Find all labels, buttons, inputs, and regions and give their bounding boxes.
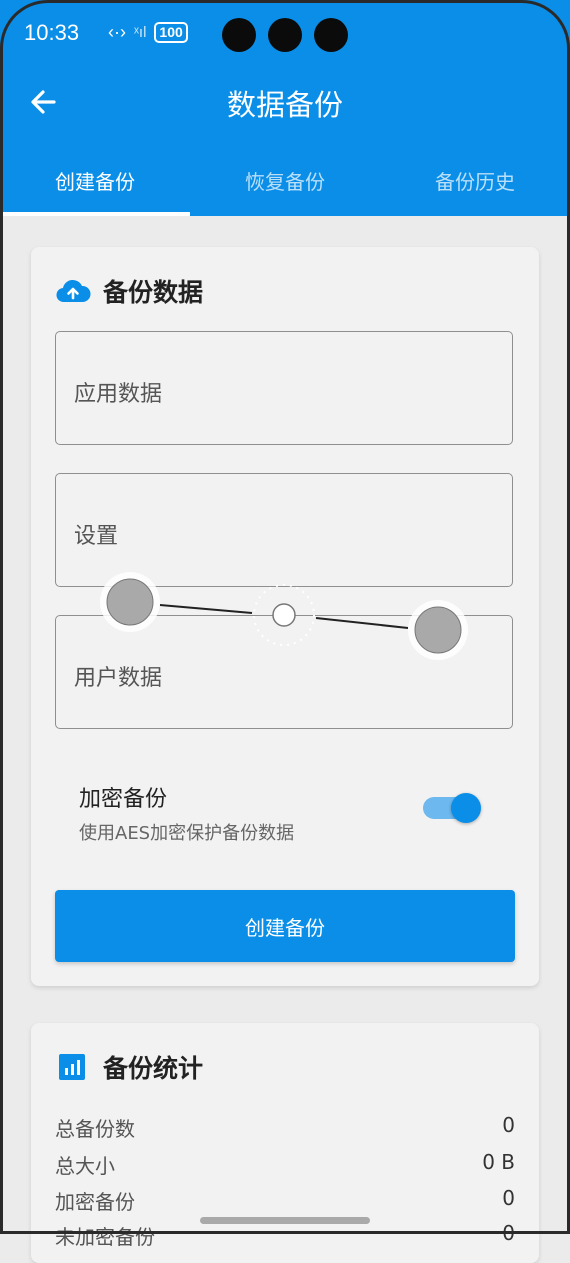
- tab-bar: 创建备份 恢复备份 备份历史: [0, 150, 570, 216]
- signal-icon: ˣıl: [133, 24, 147, 41]
- settings-field[interactable]: 设置: [55, 473, 513, 587]
- app-data-field[interactable]: 应用数据: [55, 331, 513, 445]
- network-icon: ‹·›: [108, 22, 126, 42]
- stat-value: 0: [502, 1186, 515, 1210]
- card-title: 备份数据: [103, 278, 204, 307]
- camera-dot: [268, 18, 302, 52]
- stat-label: 总备份数: [55, 1117, 135, 1141]
- field-label: 应用数据: [74, 382, 163, 407]
- status-bar: 10:33 ‹·› ˣıl 100: [0, 0, 570, 70]
- home-indicator[interactable]: [200, 1217, 370, 1224]
- toggle-knob: [451, 793, 481, 823]
- stat-label: 未加密备份: [55, 1225, 155, 1249]
- page-title: 数据备份: [226, 88, 343, 122]
- status-icons: ‹·› ˣıl 100: [108, 22, 188, 43]
- bar-chart-icon: [59, 1054, 85, 1080]
- backup-data-card: 备份数据 应用数据 设置 用户数据 加密备份 使用AES加密保护备份数据 创建备…: [31, 247, 539, 986]
- camera-dot: [314, 18, 348, 52]
- card-title: 备份统计: [103, 1054, 204, 1083]
- create-backup-button[interactable]: 创建备份: [55, 890, 515, 962]
- field-label: 设置: [74, 524, 119, 549]
- status-time: 10:33: [24, 20, 80, 45]
- card-header: 备份数据: [55, 273, 203, 309]
- stat-value: 0: [502, 1113, 515, 1137]
- stat-row: 未加密备份 0: [55, 1221, 515, 1250]
- stat-row: 加密备份 0: [55, 1186, 515, 1215]
- stat-value: 0 B: [482, 1150, 515, 1174]
- encrypt-subtitle: 使用AES加密保护备份数据: [79, 823, 295, 844]
- stat-label: 加密备份: [55, 1190, 135, 1214]
- stat-row: 总大小 0 B: [55, 1150, 515, 1179]
- stat-label: 总大小: [55, 1154, 115, 1178]
- stat-value: 0: [502, 1221, 515, 1245]
- user-data-field[interactable]: 用户数据: [55, 615, 513, 729]
- card-header: 备份统计: [55, 1049, 203, 1085]
- tab-backup-history[interactable]: 备份历史: [380, 150, 570, 216]
- encrypt-toggle[interactable]: [423, 793, 481, 823]
- backup-stats-card: 备份统计 总备份数 0 总大小 0 B 加密备份 0 未加密备份 0: [31, 1023, 539, 1263]
- app-bar: 10:33 ‹·› ˣıl 100 数据备份 创建备份 恢复备份 备份历史: [0, 0, 570, 216]
- field-label: 用户数据: [74, 666, 163, 691]
- cloud-upload-icon: [56, 279, 91, 303]
- camera-dot: [222, 18, 256, 52]
- tab-restore-backup[interactable]: 恢复备份: [190, 150, 380, 216]
- stat-row: 总备份数 0: [55, 1113, 515, 1142]
- battery-icon: 100: [154, 22, 188, 43]
- tab-create-backup[interactable]: 创建备份: [0, 150, 190, 216]
